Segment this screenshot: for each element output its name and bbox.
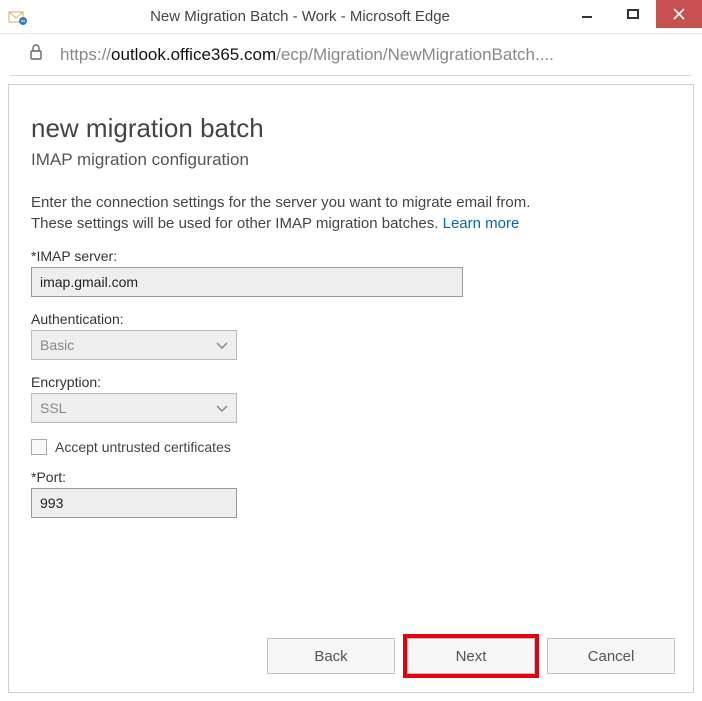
close-button[interactable]: [656, 0, 702, 28]
dialog-content: new migration batch IMAP migration confi…: [8, 84, 694, 693]
accept-certificates-label: Accept untrusted certificates: [55, 439, 231, 455]
url-host: outlook.office365.com: [111, 45, 276, 64]
cancel-button[interactable]: Cancel: [547, 638, 675, 674]
browser-window: New Migration Batch - Work - Microsoft E…: [0, 0, 702, 701]
dialog-footer: Back Next Cancel: [9, 638, 693, 674]
url-prefix: https://: [60, 45, 111, 64]
window-titlebar: New Migration Batch - Work - Microsoft E…: [0, 0, 702, 34]
encryption-value: SSL: [40, 400, 66, 416]
back-button[interactable]: Back: [267, 638, 395, 674]
minimize-button[interactable]: [564, 0, 610, 28]
chevron-down-icon: [216, 337, 228, 353]
page-description: Enter the connection settings for the se…: [31, 192, 571, 234]
page-subheading: IMAP migration configuration: [31, 150, 671, 170]
authentication-value: Basic: [40, 337, 74, 353]
imap-server-label: *IMAP server:: [31, 248, 671, 264]
window-title: New Migration Batch - Work - Microsoft E…: [36, 8, 564, 25]
url-path: /ecp/Migration/NewMigrationBatch....: [276, 45, 554, 64]
lock-icon: [28, 43, 46, 66]
port-field: *Port:: [31, 469, 671, 518]
window-controls: [564, 0, 702, 33]
url-text: https://outlook.office365.com/ecp/Migrat…: [60, 45, 554, 65]
address-bar[interactable]: https://outlook.office365.com/ecp/Migrat…: [10, 34, 692, 76]
encryption-select[interactable]: SSL: [31, 393, 237, 423]
authentication-label: Authentication:: [31, 311, 671, 327]
learn-more-link[interactable]: Learn more: [443, 215, 520, 232]
maximize-button[interactable]: [610, 0, 656, 28]
encryption-label: Encryption:: [31, 374, 671, 390]
accept-certificates-row[interactable]: Accept untrusted certificates: [31, 439, 671, 455]
port-input[interactable]: [31, 488, 237, 518]
imap-server-field: *IMAP server:: [31, 248, 671, 297]
page-heading: new migration batch: [31, 113, 671, 144]
imap-server-input[interactable]: [31, 267, 463, 297]
checkbox-unchecked-icon: [31, 439, 47, 455]
app-icon: [8, 8, 28, 26]
port-label: *Port:: [31, 469, 671, 485]
chevron-down-icon: [216, 400, 228, 416]
authentication-field: Authentication: Basic: [31, 311, 671, 360]
encryption-field: Encryption: SSL: [31, 374, 671, 423]
next-button[interactable]: Next: [407, 638, 535, 674]
authentication-select[interactable]: Basic: [31, 330, 237, 360]
